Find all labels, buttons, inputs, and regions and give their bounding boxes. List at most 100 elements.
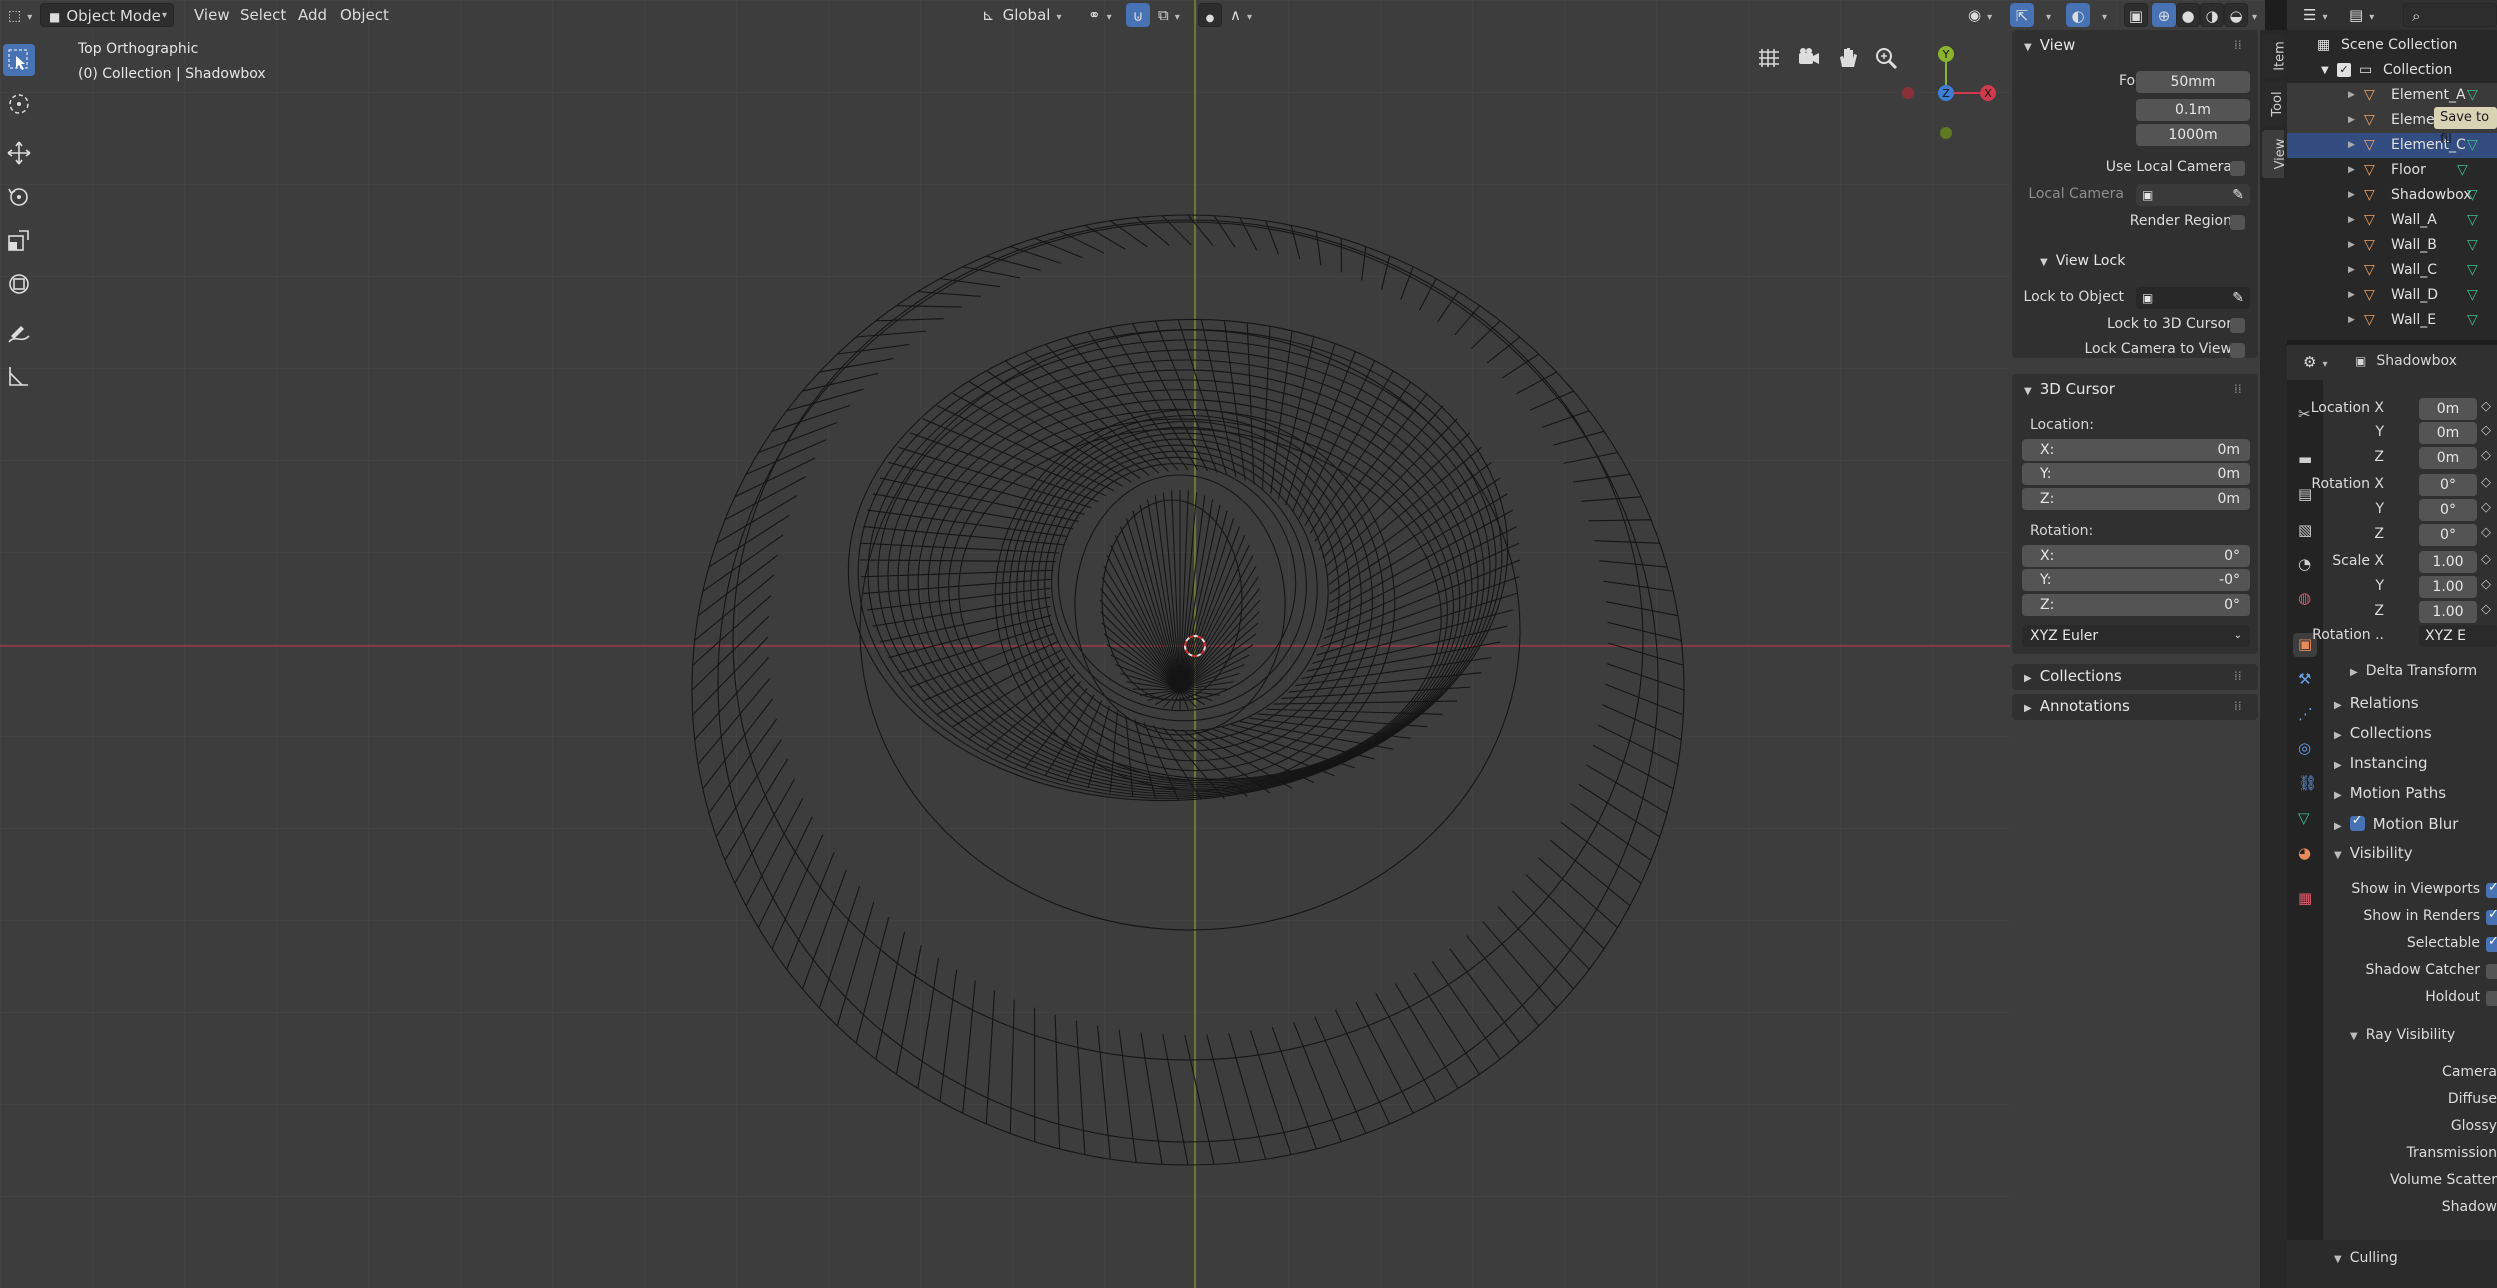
outliner-item[interactable]: ▶ ▽ Floor ▽ (2287, 158, 2497, 183)
annotate-tool[interactable] (3, 318, 35, 350)
menu-view[interactable]: View (188, 3, 236, 27)
expand-icon[interactable]: ▶ (2348, 258, 2355, 283)
shading-solid-button[interactable]: ● (2176, 3, 2200, 27)
mesh-data-icon[interactable]: ▽ (2467, 83, 2478, 108)
scale-tool[interactable] (3, 224, 35, 256)
keyframe-decorator-icon[interactable]: ◇ (2481, 423, 2491, 438)
tab-tool[interactable]: Tool (2262, 82, 2285, 126)
xray-toggle[interactable]: ▣ (2124, 3, 2148, 27)
scale-z-field[interactable]: 1.00 (2419, 601, 2477, 623)
cursor-location-x-field[interactable]: X: 0m (2022, 439, 2250, 461)
zoom-view-button[interactable] (1873, 45, 1899, 71)
shading-dropdown[interactable]: ▾ (2248, 3, 2259, 27)
collections-props-panel[interactable]: ▶ Collections (2334, 724, 2432, 742)
editor-type-dropdown[interactable]: ⚙ ▾ (2297, 350, 2333, 374)
visibility-option-checkbox[interactable] (2486, 991, 2497, 1006)
lock-camera-to-view-checkbox[interactable] (2230, 343, 2245, 358)
3d-viewport[interactable]: ⬚ ▾ ■ Object Mode ▾ View Select Add Object … (0, 0, 2265, 1288)
camera-view-button[interactable] (1796, 45, 1822, 71)
editor-type-dropdown[interactable]: ⬚ ▾ (2, 3, 38, 27)
toggle-camera-grid-button[interactable] (1757, 45, 1783, 71)
outliner-item[interactable]: ▶ ▽ Wall_D ▽ (2287, 283, 2497, 308)
mesh-data-icon[interactable]: ▽ (2467, 283, 2478, 308)
mesh-data-icon[interactable]: ▽ (2467, 233, 2478, 258)
mesh-data-icon[interactable]: ▽ (2467, 183, 2478, 208)
expand-icon[interactable]: ▶ (2348, 208, 2355, 233)
lock-to-object-field[interactable]: ▣ ✎ (2136, 287, 2250, 309)
particles-tab[interactable]: ⋰ (2293, 703, 2317, 727)
3d-cursor-panel-header[interactable]: ▼ 3D Cursor (2024, 380, 2115, 398)
location-x-field[interactable]: 0m (2419, 398, 2477, 420)
menu-select[interactable]: Select (234, 3, 292, 27)
mesh-data-icon[interactable]: ▽ (2467, 208, 2478, 233)
mesh-data-icon[interactable]: ▽ (2467, 133, 2478, 158)
view-lock-subpanel-header[interactable]: ▼ View Lock (2040, 253, 2125, 269)
instancing-panel[interactable]: ▶ Instancing (2334, 754, 2427, 772)
modifiers-tab[interactable]: ⚒ (2293, 668, 2317, 692)
mesh-data-icon[interactable]: ▽ (2467, 258, 2478, 283)
outliner-item[interactable]: ▶ ▽ Wall_A ▽ (2287, 208, 2497, 233)
view-panel-header[interactable]: ▼ View (2024, 36, 2075, 54)
ray-visibility-option-label[interactable]: Glossy (2300, 1118, 2497, 1134)
shading-material-button[interactable]: ◑ (2200, 3, 2224, 27)
expand-icon[interactable]: ▶ (2348, 158, 2355, 183)
editor-type-dropdown[interactable]: ☰ ▾ (2297, 3, 2333, 27)
proportional-edit-toggle[interactable]: ● (1198, 3, 1222, 27)
expand-icon[interactable]: ▶ (2348, 183, 2355, 208)
panel-drag-handle[interactable]: ⁞⁞ (2234, 38, 2242, 52)
panel-drag-handle[interactable]: ⁞⁞ (2234, 669, 2242, 683)
object-name-field[interactable]: ▣ Shadowbox (2355, 353, 2457, 369)
mesh-data-icon[interactable]: ▽ (2457, 158, 2468, 183)
delta-transform-subpanel[interactable]: ▶ Delta Transform (2350, 663, 2477, 679)
expand-icon[interactable]: ▶ (2348, 108, 2355, 133)
shading-wireframe-button[interactable]: ⊕ (2152, 3, 2176, 27)
constraints-tab[interactable]: ⛓ (2293, 772, 2317, 796)
expand-icon[interactable]: ▶ (2348, 233, 2355, 258)
pan-view-button[interactable] (1835, 45, 1861, 71)
ray-visibility-option-label[interactable]: Volume Scatter (2300, 1172, 2497, 1188)
visibility-dropdown[interactable]: ◉ ▾ (1962, 3, 1998, 27)
cursor-rotation-x-field[interactable]: X: 0° (2022, 545, 2250, 567)
collections-panel-header[interactable]: ▶ Collections (2024, 667, 2122, 685)
visibility-option-checkbox[interactable] (2486, 964, 2497, 979)
move-tool[interactable] (3, 137, 35, 169)
visibility-option-checkbox[interactable] (2486, 880, 2497, 898)
display-mode-dropdown[interactable]: ▤ ▾ (2343, 3, 2380, 27)
ray-visibility-option-label[interactable]: Shadow (2300, 1199, 2497, 1215)
select-box-tool[interactable] (3, 44, 35, 76)
cursor-rotation-z-field[interactable]: Z: 0° (2022, 594, 2250, 616)
clip-end-field[interactable]: 1000m (2136, 124, 2250, 146)
tab-item[interactable]: Item (2262, 34, 2287, 78)
rotation-mode-dropdown[interactable]: XYZ E (2419, 625, 2497, 647)
focal-length-field[interactable]: 50mm (2136, 71, 2250, 93)
mesh-data-icon[interactable]: ▽ (2467, 308, 2478, 333)
visibility-option-checkbox[interactable] (2486, 934, 2497, 952)
physics-tab[interactable]: ◎ (2293, 737, 2317, 761)
lock-to-3d-cursor-checkbox[interactable] (2230, 318, 2245, 333)
overlays-toggle[interactable]: ◐ (2066, 3, 2090, 27)
snap-toggle[interactable]: ⊍ (1126, 3, 1150, 27)
expand-icon[interactable]: ▶ (2348, 83, 2355, 108)
cursor-location-y-field[interactable]: Y: 0m (2022, 463, 2250, 485)
outliner-item[interactable]: ▶ ▽ Wall_B ▽ (2287, 233, 2497, 258)
rotation-y-field[interactable]: 0° (2419, 499, 2477, 521)
motion-paths-panel[interactable]: ▶ Motion Paths (2334, 784, 2446, 802)
ray-visibility-option-label[interactable]: Transmission (2300, 1145, 2497, 1161)
ray-visibility-option-label[interactable]: Diffuse (2300, 1091, 2497, 1107)
keyframe-decorator-icon[interactable]: ◇ (2481, 475, 2491, 490)
rotation-x-field[interactable]: 0° (2419, 474, 2477, 496)
motion-blur-checkbox[interactable] (2349, 813, 2365, 831)
data-tab[interactable]: ▽ (2293, 807, 2317, 831)
cursor-location-z-field[interactable]: Z: 0m (2022, 488, 2250, 510)
annotations-panel-header[interactable]: ▶ Annotations (2024, 697, 2130, 715)
shading-rendered-button[interactable]: ◒ (2224, 3, 2248, 27)
navigation-gizmo[interactable]: Y Z X (1900, 40, 2010, 150)
use-local-camera-checkbox[interactable] (2230, 161, 2245, 176)
culling-subpanel[interactable]: ▼ Culling (2334, 1250, 2398, 1266)
cursor-rotation-mode-dropdown[interactable]: XYZ Euler ⌄ (2022, 625, 2250, 647)
outliner-item[interactable]: ▶ ▽ Wall_C ▽ (2287, 258, 2497, 283)
outliner-search-input[interactable]: ⌕ (2403, 3, 2497, 27)
visibility-option-checkbox[interactable] (2486, 907, 2497, 925)
panel-drag-handle[interactable]: ⁞⁞ (2234, 699, 2242, 713)
menu-object[interactable]: Object (334, 3, 395, 27)
